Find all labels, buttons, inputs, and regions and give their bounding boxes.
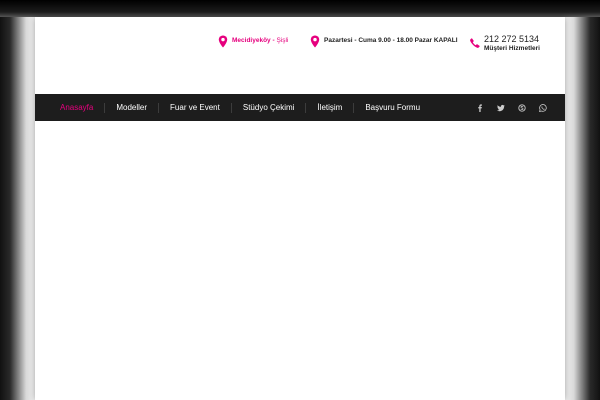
- phone-icon: [470, 35, 480, 48]
- main-content-area: [35, 121, 565, 400]
- hours-text: Pazartesi - Cuma 9.00 - 18.00 Pazar KAPA…: [324, 37, 458, 44]
- location-info[interactable]: Mecidiyeköy - Şişli: [218, 34, 288, 48]
- page-container: Mecidiyeköy - Şişli Pazartesi - Cuma 9.0…: [35, 17, 565, 400]
- whatsapp-icon[interactable]: [539, 103, 547, 112]
- phone-number[interactable]: 212 272 5134: [484, 34, 540, 44]
- social-links: [463, 94, 547, 121]
- nav-item-models[interactable]: Modeller: [104, 102, 158, 113]
- top-shadow-strip: [0, 0, 600, 17]
- twitter-icon[interactable]: [497, 104, 505, 112]
- nav-item-home[interactable]: Anasayfa: [49, 103, 104, 113]
- nav-menu: Anasayfa Modeller Fuar ve Event Stüdyo Ç…: [49, 94, 431, 121]
- hours-info: Pazartesi - Cuma 9.00 - 18.00 Pazar KAPA…: [310, 34, 458, 48]
- nav-item-studio[interactable]: Stüdyo Çekimi: [230, 102, 306, 113]
- nav-item-contact[interactable]: İletişim: [305, 102, 353, 113]
- map-pin-icon: [310, 35, 320, 48]
- nav-item-fair-event[interactable]: Fuar ve Event: [158, 102, 231, 113]
- main-nav: Anasayfa Modeller Fuar ve Event Stüdyo Ç…: [35, 94, 565, 121]
- nav-item-application[interactable]: Başvuru Formu: [353, 102, 431, 113]
- phone-label: Müşteri Hizmetleri: [484, 45, 540, 52]
- location-label: Mecidiyeköy: [232, 37, 271, 44]
- phone-info[interactable]: 212 272 5134 Müşteri Hizmetleri: [470, 34, 540, 53]
- location-text: Mecidiyeköy - Şişli: [232, 36, 288, 46]
- skype-icon[interactable]: [518, 103, 526, 112]
- location-district: Şişli: [276, 37, 289, 44]
- site-header: Mecidiyeköy - Şişli Pazartesi - Cuma 9.0…: [35, 17, 565, 94]
- facebook-icon[interactable]: [476, 103, 484, 112]
- map-pin-icon: [218, 35, 228, 48]
- phone-block: 212 272 5134 Müşteri Hizmetleri: [484, 34, 540, 53]
